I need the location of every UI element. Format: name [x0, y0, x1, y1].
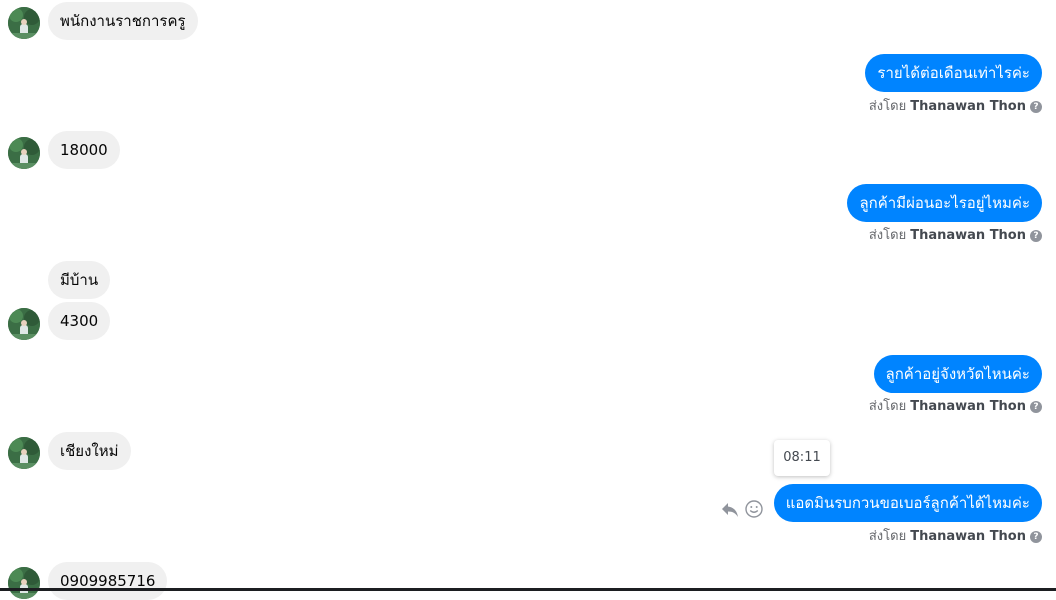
- contact-avatar[interactable]: [8, 567, 40, 599]
- outgoing-message[interactable]: ลูกค้าอยู่จังหวัดไหนค่ะ: [873, 355, 1042, 393]
- sender-name[interactable]: Thanawan Thon: [910, 529, 1026, 545]
- sent-by-prefix: ส่งโดย: [868, 529, 907, 544]
- question-icon[interactable]: ?: [1030, 101, 1042, 113]
- sender-name[interactable]: Thanawan Thon: [910, 99, 1026, 115]
- timestamp-tooltip: 08:11: [774, 440, 830, 476]
- incoming-message[interactable]: พนักงานราชการครู: [48, 2, 198, 40]
- incoming-message[interactable]: 18000: [48, 131, 120, 169]
- question-icon[interactable]: ?: [1030, 531, 1042, 543]
- question-icon[interactable]: ?: [1030, 230, 1042, 242]
- incoming-message[interactable]: เชียงใหม่: [48, 432, 131, 470]
- sender-name[interactable]: Thanawan Thon: [910, 228, 1026, 244]
- sender-name[interactable]: Thanawan Thon: [910, 399, 1026, 415]
- sent-by-prefix: ส่งโดย: [868, 99, 907, 114]
- contact-avatar[interactable]: [8, 7, 40, 39]
- incoming-message[interactable]: มีบ้าน: [48, 261, 111, 299]
- outgoing-message[interactable]: รายได้ต่อเดือนเท่าไรค่ะ: [865, 54, 1042, 92]
- sent-by-label: ส่งโดย Thanawan Thon ?: [869, 399, 1042, 415]
- outgoing-message[interactable]: แอดมินรบกวนขอเบอร์ลูกค้าได้ไหมค่ะ: [773, 484, 1042, 522]
- smiley-icon[interactable]: [744, 499, 764, 519]
- incoming-message[interactable]: 0909985716: [48, 562, 168, 600]
- incoming-message[interactable]: 4300: [48, 302, 111, 340]
- contact-avatar[interactable]: [8, 437, 40, 469]
- outgoing-message[interactable]: ลูกค้ามีผ่อนอะไรอยู่ไหมค่ะ: [847, 184, 1042, 222]
- contact-avatar[interactable]: [8, 137, 40, 169]
- reply-icon[interactable]: [720, 499, 740, 519]
- sent-by-prefix: ส่งโดย: [868, 399, 907, 414]
- question-icon[interactable]: ?: [1030, 401, 1042, 413]
- sent-by-label: ส่งโดย Thanawan Thon ?: [869, 228, 1042, 244]
- sent-by-label: ส่งโดย Thanawan Thon ?: [869, 529, 1042, 545]
- sent-by-label: ส่งโดย Thanawan Thon ?: [869, 99, 1042, 115]
- contact-avatar[interactable]: [8, 308, 40, 340]
- sent-by-prefix: ส่งโดย: [868, 228, 907, 243]
